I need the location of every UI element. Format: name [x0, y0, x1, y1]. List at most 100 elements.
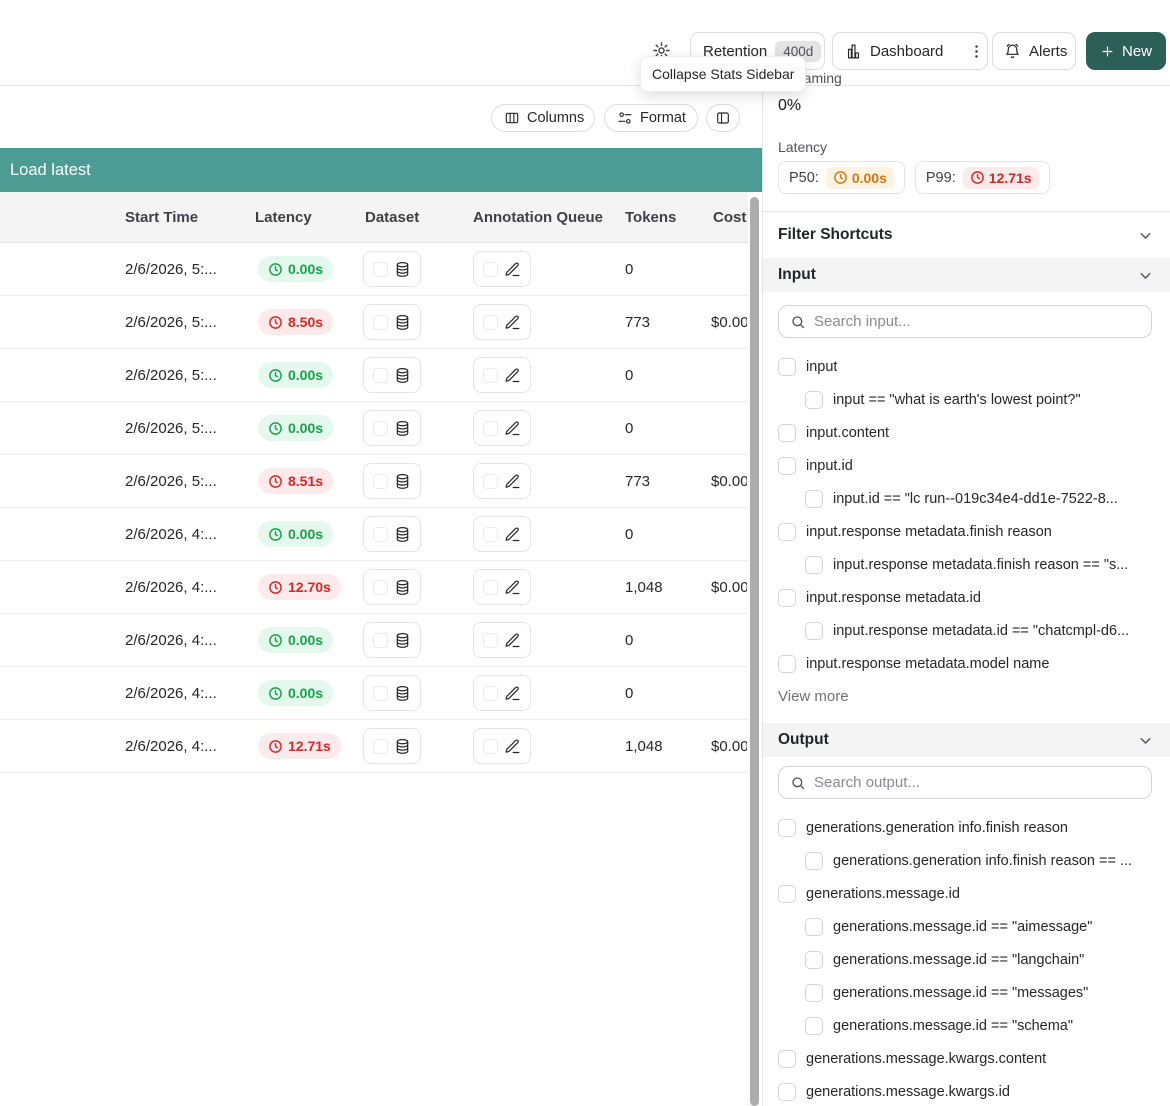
- row-checkbox[interactable]: [373, 368, 388, 383]
- table-scrollbar[interactable]: [750, 197, 759, 1106]
- row-checkbox[interactable]: [483, 262, 498, 277]
- row-checkbox[interactable]: [483, 474, 498, 489]
- filter-item[interactable]: generations.message.kwargs.id: [778, 1075, 1152, 1106]
- output-search-field[interactable]: [814, 774, 1140, 791]
- table-row[interactable]: 2/6/2026, 5:... 8.51s: [0, 455, 748, 508]
- toggle-side-panel-button[interactable]: [706, 104, 740, 132]
- add-to-annotation-queue-button[interactable]: [473, 410, 531, 446]
- add-to-annotation-queue-button[interactable]: [473, 569, 531, 605]
- input-section-header[interactable]: Input: [763, 258, 1170, 292]
- filter-item[interactable]: input.id: [778, 449, 1152, 482]
- filter-item[interactable]: generations.message.id == "aimessage": [778, 910, 1152, 943]
- filter-checkbox[interactable]: [778, 424, 796, 442]
- filter-checkbox[interactable]: [805, 951, 823, 969]
- add-to-dataset-button[interactable]: [363, 251, 421, 287]
- filter-item[interactable]: generations.generation info.finish reaso…: [778, 811, 1152, 844]
- row-checkbox[interactable]: [373, 262, 388, 277]
- table-row[interactable]: 2/6/2026, 4:... 0.00s: [0, 614, 748, 667]
- filter-item[interactable]: input.response metadata.finish reason: [778, 515, 1152, 548]
- new-button[interactable]: New: [1086, 32, 1166, 70]
- add-to-dataset-button[interactable]: [363, 516, 421, 552]
- load-latest-banner[interactable]: Load latest: [0, 148, 762, 192]
- filter-checkbox[interactable]: [778, 1083, 796, 1101]
- filter-checkbox[interactable]: [778, 819, 796, 837]
- dashboard-button[interactable]: Dashboard: [833, 33, 955, 69]
- add-to-annotation-queue-button[interactable]: [473, 357, 531, 393]
- filter-checkbox[interactable]: [778, 885, 796, 903]
- row-checkbox[interactable]: [373, 580, 388, 595]
- filter-checkbox[interactable]: [805, 852, 823, 870]
- table-row[interactable]: 2/6/2026, 5:... 8.50s: [0, 296, 748, 349]
- filter-item[interactable]: generations.message.kwargs.content: [778, 1042, 1152, 1075]
- filter-item[interactable]: input.response metadata.id == "chatcmpl-…: [778, 614, 1152, 647]
- row-checkbox[interactable]: [373, 686, 388, 701]
- filter-checkbox[interactable]: [805, 984, 823, 1002]
- columns-button[interactable]: Columns: [491, 104, 595, 132]
- output-section-header[interactable]: Output: [763, 723, 1170, 757]
- add-to-dataset-button[interactable]: [363, 569, 421, 605]
- row-checkbox[interactable]: [483, 580, 498, 595]
- table-row[interactable]: 2/6/2026, 4:... 12.71s: [0, 720, 748, 773]
- filter-checkbox[interactable]: [805, 556, 823, 574]
- add-to-dataset-button[interactable]: [363, 304, 421, 340]
- filter-item[interactable]: input == "what is earth's lowest point?": [778, 383, 1152, 416]
- add-to-dataset-button[interactable]: [363, 675, 421, 711]
- filter-item[interactable]: generations.message.id == "messages": [778, 976, 1152, 1009]
- input-search-field[interactable]: [814, 313, 1140, 330]
- add-to-dataset-button[interactable]: [363, 357, 421, 393]
- filter-item[interactable]: generations.message.id: [778, 877, 1152, 910]
- row-checkbox[interactable]: [483, 421, 498, 436]
- filter-checkbox[interactable]: [805, 490, 823, 508]
- filter-checkbox[interactable]: [805, 918, 823, 936]
- filter-checkbox[interactable]: [778, 655, 796, 673]
- filter-item[interactable]: input.id == "lc run--019c34e4-dd1e-7522-…: [778, 482, 1152, 515]
- row-checkbox[interactable]: [373, 739, 388, 754]
- filter-checkbox[interactable]: [778, 523, 796, 541]
- add-to-annotation-queue-button[interactable]: [473, 463, 531, 499]
- alerts-button[interactable]: Alerts: [992, 32, 1076, 70]
- filter-item[interactable]: generations.message.id == "schema": [778, 1009, 1152, 1042]
- row-checkbox[interactable]: [483, 527, 498, 542]
- filter-checkbox[interactable]: [805, 622, 823, 640]
- filter-checkbox[interactable]: [778, 1050, 796, 1068]
- filter-item[interactable]: generations.generation info.finish reaso…: [778, 844, 1152, 877]
- filter-checkbox[interactable]: [805, 1017, 823, 1035]
- table-row[interactable]: 2/6/2026, 4:... 12.70s: [0, 561, 748, 614]
- add-to-annotation-queue-button[interactable]: [473, 622, 531, 658]
- filter-item[interactable]: input.content: [778, 416, 1152, 449]
- row-checkbox[interactable]: [483, 686, 498, 701]
- row-checkbox[interactable]: [373, 315, 388, 330]
- table-row[interactable]: 2/6/2026, 4:... 0.00s: [0, 667, 748, 720]
- add-to-annotation-queue-button[interactable]: [473, 675, 531, 711]
- filter-checkbox[interactable]: [805, 391, 823, 409]
- add-to-dataset-button[interactable]: [363, 410, 421, 446]
- add-to-dataset-button[interactable]: [363, 463, 421, 499]
- filter-item[interactable]: input.response metadata.id: [778, 581, 1152, 614]
- table-row[interactable]: 2/6/2026, 5:... 0.00s: [0, 349, 748, 402]
- format-button[interactable]: Format: [604, 104, 698, 132]
- row-checkbox[interactable]: [373, 474, 388, 489]
- row-checkbox[interactable]: [373, 527, 388, 542]
- row-checkbox[interactable]: [373, 633, 388, 648]
- table-row[interactable]: 2/6/2026, 5:... 0.00s: [0, 402, 748, 455]
- filter-item[interactable]: generations.message.id == "langchain": [778, 943, 1152, 976]
- add-to-annotation-queue-button[interactable]: [473, 516, 531, 552]
- row-checkbox[interactable]: [483, 315, 498, 330]
- filter-checkbox[interactable]: [778, 457, 796, 475]
- view-more-link[interactable]: View more: [778, 680, 1152, 713]
- add-to-dataset-button[interactable]: [363, 622, 421, 658]
- add-to-annotation-queue-button[interactable]: [473, 251, 531, 287]
- table-row[interactable]: 2/6/2026, 4:... 0.00s: [0, 508, 748, 561]
- row-checkbox[interactable]: [483, 633, 498, 648]
- filter-checkbox[interactable]: [778, 589, 796, 607]
- filter-item[interactable]: input.response metadata.model name: [778, 647, 1152, 680]
- filter-item[interactable]: input: [778, 350, 1152, 383]
- row-checkbox[interactable]: [483, 368, 498, 383]
- add-to-annotation-queue-button[interactable]: [473, 728, 531, 764]
- add-to-dataset-button[interactable]: [363, 728, 421, 764]
- row-checkbox[interactable]: [373, 421, 388, 436]
- add-to-annotation-queue-button[interactable]: [473, 304, 531, 340]
- filter-checkbox[interactable]: [778, 358, 796, 376]
- row-checkbox[interactable]: [483, 739, 498, 754]
- filter-shortcuts-header[interactable]: Filter Shortcuts: [763, 211, 1170, 258]
